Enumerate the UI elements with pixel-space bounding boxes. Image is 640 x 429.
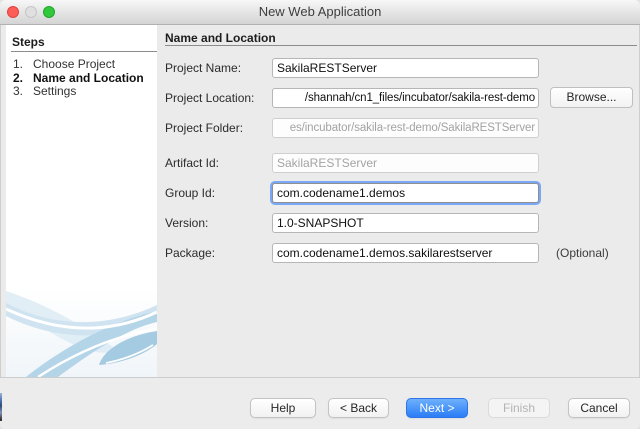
step-label: Choose Project (33, 57, 116, 71)
footer-bar: Help < Back Next > Finish Cancel (0, 378, 640, 429)
artifact-id-value: SakilaRESTServer (277, 156, 378, 170)
panel-heading-rule (165, 45, 637, 46)
project-folder-label: Project Folder: (165, 121, 244, 135)
step-choose-project: 1. Choose Project (13, 57, 155, 72)
window-title: New Web Application (258, 4, 382, 19)
project-location-field[interactable]: /shannah/cn1_files/incubator/sakila-rest… (272, 88, 539, 108)
step-name-and-location: 2. Name and Location (13, 70, 155, 86)
project-name-label: Project Name: (165, 61, 242, 75)
project-name-value: SakilaRESTServer (277, 61, 378, 75)
group-id-value: com.codename1.demos (277, 186, 406, 200)
package-label: Package: (165, 246, 216, 260)
steps-sidebar: Steps 1. Choose Project 2. Name and Loca… (6, 25, 157, 377)
group-id-field[interactable]: com.codename1.demos (272, 183, 539, 203)
group-id-label: Group Id: (165, 186, 216, 200)
step-label: Settings (33, 84, 77, 98)
steps-heading-rule (11, 51, 157, 52)
cancel-button[interactable]: Cancel (568, 398, 630, 418)
help-button[interactable]: Help (250, 398, 316, 418)
project-location-label: Project Location: (165, 91, 255, 105)
back-button[interactable]: < Back (328, 398, 389, 418)
steps-heading: Steps (12, 35, 45, 49)
title-bar: New Web Application (0, 0, 640, 25)
step-number: 2. (13, 70, 24, 85)
version-field[interactable]: 1.0-SNAPSHOT (272, 213, 539, 233)
package-field[interactable]: com.codename1.demos.sakilarestserver (272, 243, 539, 263)
step-number: 1. (13, 57, 24, 71)
panel-heading: Name and Location (165, 31, 276, 45)
artifact-id-label: Artifact Id: (165, 156, 220, 170)
step-number: 3. (13, 84, 24, 98)
steps-list: 1. Choose Project 2. Name and Location 3… (13, 57, 155, 99)
background-window-edge-artifact (0, 393, 2, 421)
project-location-value: /shannah/cn1_files/incubator/sakila-rest… (304, 92, 535, 104)
browse-button[interactable]: Browse... (550, 87, 633, 108)
package-optional-hint: (Optional) (556, 246, 609, 260)
project-folder-value: es/incubator/sakila-rest-demo/SakilaREST… (289, 122, 535, 134)
project-name-field[interactable]: SakilaRESTServer (272, 58, 539, 78)
new-web-application-dialog: New Web Application Steps 1. Choose Proj… (0, 0, 640, 429)
artifact-id-field: SakilaRESTServer (272, 153, 539, 173)
next-button[interactable]: Next > (406, 398, 468, 418)
project-folder-field: es/incubator/sakila-rest-demo/SakilaREST… (272, 118, 539, 138)
version-label: Version: (165, 216, 209, 230)
step-settings: 3. Settings (13, 84, 155, 99)
step-label: Name and Location (33, 70, 144, 85)
package-value: com.codename1.demos.sakilarestserver (277, 246, 493, 260)
swoosh-graphic (6, 289, 157, 377)
finish-button[interactable]: Finish (488, 398, 550, 418)
version-value: 1.0-SNAPSHOT (277, 216, 364, 230)
